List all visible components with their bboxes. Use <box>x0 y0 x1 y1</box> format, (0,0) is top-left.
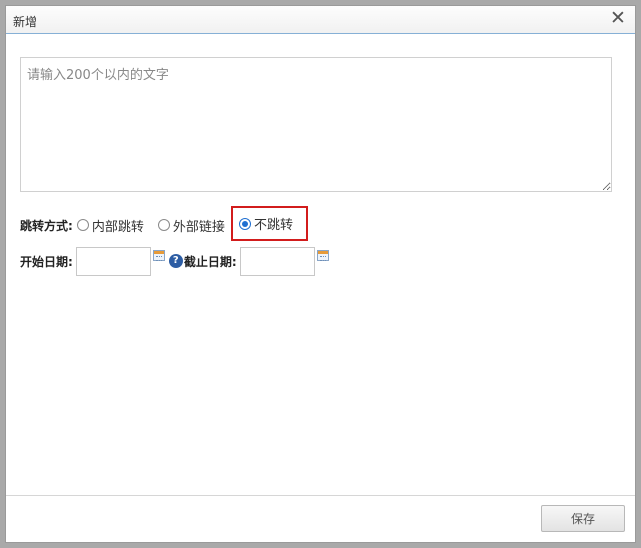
close-icon[interactable]: ✕ <box>609 8 627 28</box>
help-icon[interactable]: ? <box>168 254 183 268</box>
dialog-titlebar: 新增 ✕ <box>6 6 635 34</box>
add-dialog: 新增 ✕ 跳转方式: 内部跳转 外部链接 不跳转 开始日期: ? 截止日期: 保… <box>5 5 636 543</box>
save-button[interactable]: 保存 <box>541 505 625 532</box>
dialog-title: 新增 <box>13 15 38 29</box>
dialog-footer: 保存 <box>6 495 635 542</box>
date-row: 开始日期: ? 截止日期: <box>20 246 329 276</box>
radio-external-label: 外部链接 <box>172 219 225 235</box>
jump-mode-label: 跳转方式: <box>20 218 73 233</box>
radio-internal-jump[interactable]: 内部跳转 <box>76 216 144 235</box>
end-date-label: 截止日期: <box>183 254 237 269</box>
start-date-input[interactable] <box>75 246 151 276</box>
calendar-icon[interactable] <box>316 250 329 261</box>
content-textarea[interactable] <box>20 57 612 192</box>
jump-mode-row: 跳转方式: 内部跳转 外部链接 <box>20 216 225 235</box>
calendar-icon[interactable] <box>152 250 165 261</box>
highlight-box-no-jump: 不跳转 <box>231 206 308 241</box>
end-date-input[interactable] <box>239 246 315 276</box>
start-date-label: 开始日期: <box>20 254 73 269</box>
radio-no-jump[interactable]: 不跳转 <box>239 214 293 233</box>
radio-internal-icon[interactable] <box>76 219 89 231</box>
radio-external-icon[interactable] <box>157 219 170 231</box>
radio-no-jump-label: 不跳转 <box>254 218 294 233</box>
radio-no-jump-icon[interactable] <box>239 217 251 230</box>
radio-external-link[interactable]: 外部链接 <box>157 216 225 235</box>
radio-internal-label: 内部跳转 <box>91 219 144 235</box>
